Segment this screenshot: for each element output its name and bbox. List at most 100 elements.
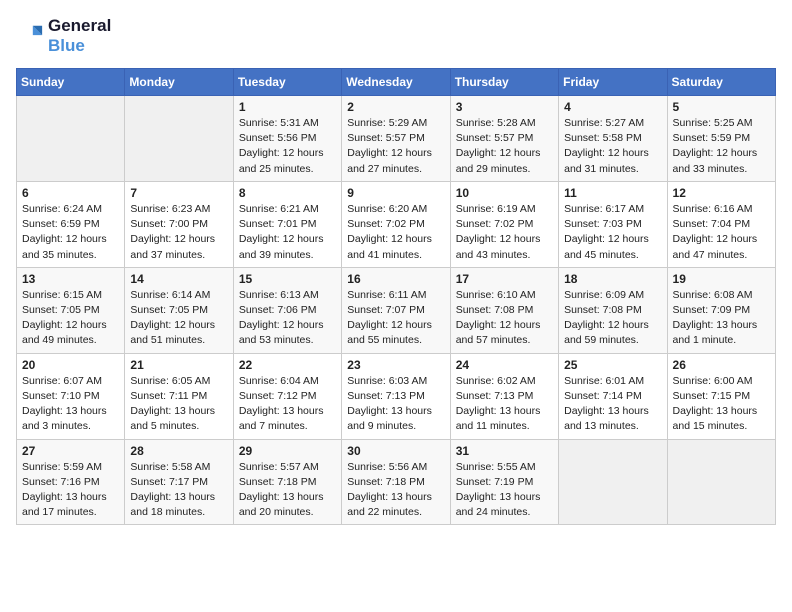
cell-content: Sunrise: 6:15 AMSunset: 7:05 PMDaylight:…: [22, 288, 119, 349]
calendar-cell: 20Sunrise: 6:07 AMSunset: 7:10 PMDayligh…: [17, 353, 125, 439]
weekday-header: Friday: [559, 69, 667, 96]
sunrise-text: Sunrise: 5:28 AM: [456, 116, 553, 131]
day-number: 7: [130, 186, 227, 200]
sunset-text: Sunset: 7:04 PM: [673, 217, 770, 232]
sunrise-text: Sunrise: 6:00 AM: [673, 374, 770, 389]
daylight-text: Daylight: 12 hours and 35 minutes.: [22, 232, 119, 262]
sunset-text: Sunset: 5:58 PM: [564, 131, 661, 146]
calendar-cell: 18Sunrise: 6:09 AMSunset: 7:08 PMDayligh…: [559, 267, 667, 353]
sunrise-text: Sunrise: 6:09 AM: [564, 288, 661, 303]
cell-content: Sunrise: 6:08 AMSunset: 7:09 PMDaylight:…: [673, 288, 770, 349]
day-number: 22: [239, 358, 336, 372]
weekday-header: Wednesday: [342, 69, 450, 96]
cell-content: Sunrise: 6:16 AMSunset: 7:04 PMDaylight:…: [673, 202, 770, 263]
sunset-text: Sunset: 7:02 PM: [456, 217, 553, 232]
weekday-header: Saturday: [667, 69, 775, 96]
sunset-text: Sunset: 7:13 PM: [456, 389, 553, 404]
sunrise-text: Sunrise: 6:01 AM: [564, 374, 661, 389]
cell-content: Sunrise: 6:19 AMSunset: 7:02 PMDaylight:…: [456, 202, 553, 263]
daylight-text: Daylight: 12 hours and 29 minutes.: [456, 146, 553, 176]
daylight-text: Daylight: 12 hours and 53 minutes.: [239, 318, 336, 348]
weekday-header: Tuesday: [233, 69, 341, 96]
cell-content: Sunrise: 6:24 AMSunset: 6:59 PMDaylight:…: [22, 202, 119, 263]
day-number: 16: [347, 272, 444, 286]
sunset-text: Sunset: 5:59 PM: [673, 131, 770, 146]
sunrise-text: Sunrise: 6:10 AM: [456, 288, 553, 303]
weekday-header: Sunday: [17, 69, 125, 96]
calendar-table: SundayMondayTuesdayWednesdayThursdayFrid…: [16, 68, 776, 525]
sunrise-text: Sunrise: 6:15 AM: [22, 288, 119, 303]
daylight-text: Daylight: 12 hours and 31 minutes.: [564, 146, 661, 176]
sunset-text: Sunset: 5:56 PM: [239, 131, 336, 146]
sunrise-text: Sunrise: 5:55 AM: [456, 460, 553, 475]
sunrise-text: Sunrise: 5:59 AM: [22, 460, 119, 475]
calendar-cell: 15Sunrise: 6:13 AMSunset: 7:06 PMDayligh…: [233, 267, 341, 353]
day-number: 12: [673, 186, 770, 200]
daylight-text: Daylight: 13 hours and 17 minutes.: [22, 490, 119, 520]
day-number: 2: [347, 100, 444, 114]
cell-content: Sunrise: 6:07 AMSunset: 7:10 PMDaylight:…: [22, 374, 119, 435]
sunset-text: Sunset: 7:14 PM: [564, 389, 661, 404]
calendar-cell: 19Sunrise: 6:08 AMSunset: 7:09 PMDayligh…: [667, 267, 775, 353]
sunrise-text: Sunrise: 6:20 AM: [347, 202, 444, 217]
sunset-text: Sunset: 7:08 PM: [564, 303, 661, 318]
sunrise-text: Sunrise: 6:14 AM: [130, 288, 227, 303]
sunset-text: Sunset: 7:05 PM: [22, 303, 119, 318]
sunset-text: Sunset: 7:18 PM: [347, 475, 444, 490]
cell-content: Sunrise: 5:25 AMSunset: 5:59 PMDaylight:…: [673, 116, 770, 177]
calendar-week-row: 6 Sunrise: 6:24 AMSunset: 6:59 PMDaylight…: [17, 181, 776, 267]
cell-content: Sunrise: 5:57 AMSunset: 7:18 PMDaylight:…: [239, 460, 336, 521]
calendar-cell: 29Sunrise: 5:57 AMSunset: 7:18 PMDayligh…: [233, 439, 341, 525]
day-number: 1: [239, 100, 336, 114]
sunset-text: Sunset: 7:11 PM: [130, 389, 227, 404]
daylight-text: Daylight: 13 hours and 9 minutes.: [347, 404, 444, 434]
day-number: 24: [456, 358, 553, 372]
daylight-text: Daylight: 13 hours and 1 minute.: [673, 318, 770, 348]
logo-text: General Blue: [48, 16, 111, 56]
daylight-text: Daylight: 13 hours and 24 minutes.: [456, 490, 553, 520]
sunrise-text: Sunrise: 6:13 AM: [239, 288, 336, 303]
day-number: 6: [22, 186, 119, 200]
daylight-text: Daylight: 12 hours and 39 minutes.: [239, 232, 336, 262]
calendar-cell: [17, 96, 125, 182]
calendar-cell: 27Sunrise: 5:59 AMSunset: 7:16 PMDayligh…: [17, 439, 125, 525]
cell-content: Sunrise: 6:14 AMSunset: 7:05 PMDaylight:…: [130, 288, 227, 349]
sunset-text: Sunset: 7:05 PM: [130, 303, 227, 318]
sunrise-text: Sunrise: 5:58 AM: [130, 460, 227, 475]
daylight-text: Daylight: 13 hours and 7 minutes.: [239, 404, 336, 434]
sunset-text: Sunset: 7:00 PM: [130, 217, 227, 232]
logo-icon: [16, 22, 44, 50]
cell-content: Sunrise: 5:31 AMSunset: 5:56 PMDaylight:…: [239, 116, 336, 177]
calendar-cell: 28Sunrise: 5:58 AMSunset: 7:17 PMDayligh…: [125, 439, 233, 525]
cell-content: Sunrise: 6:13 AMSunset: 7:06 PMDaylight:…: [239, 288, 336, 349]
weekday-header: Monday: [125, 69, 233, 96]
sunset-text: Sunset: 7:12 PM: [239, 389, 336, 404]
calendar-cell: 2Sunrise: 5:29 AMSunset: 5:57 PMDaylight…: [342, 96, 450, 182]
daylight-text: Daylight: 12 hours and 25 minutes.: [239, 146, 336, 176]
sunrise-text: Sunrise: 6:04 AM: [239, 374, 336, 389]
day-number: 13: [22, 272, 119, 286]
calendar-cell: 9Sunrise: 6:20 AMSunset: 7:02 PMDaylight…: [342, 181, 450, 267]
sunrise-text: Sunrise: 5:25 AM: [673, 116, 770, 131]
cell-content: Sunrise: 6:21 AMSunset: 7:01 PMDaylight:…: [239, 202, 336, 263]
daylight-text: Daylight: 13 hours and 3 minutes.: [22, 404, 119, 434]
calendar-week-row: 27Sunrise: 5:59 AMSunset: 7:16 PMDayligh…: [17, 439, 776, 525]
day-number: 9: [347, 186, 444, 200]
day-number: 23: [347, 358, 444, 372]
sunrise-text: Sunrise: 5:56 AM: [347, 460, 444, 475]
calendar-cell: 14Sunrise: 6:14 AMSunset: 7:05 PMDayligh…: [125, 267, 233, 353]
daylight-text: Daylight: 13 hours and 15 minutes.: [673, 404, 770, 434]
calendar-cell: 30Sunrise: 5:56 AMSunset: 7:18 PMDayligh…: [342, 439, 450, 525]
sunset-text: Sunset: 7:07 PM: [347, 303, 444, 318]
calendar-cell: 6 Sunrise: 6:24 AMSunset: 6:59 PMDaylight…: [17, 181, 125, 267]
day-number: 17: [456, 272, 553, 286]
sunrise-text: Sunrise: 6:03 AM: [347, 374, 444, 389]
logo: General Blue: [16, 16, 111, 56]
calendar-body: 1 Sunrise: 5:31 AMSunset: 5:56 PMDaylight…: [17, 96, 776, 525]
cell-content: Sunrise: 6:11 AMSunset: 7:07 PMDaylight:…: [347, 288, 444, 349]
calendar-cell: 22 Sunrise: 6:04 AMSunset: 7:12 PMDayligh…: [233, 353, 341, 439]
calendar-cell: 13 Sunrise: 6:15 AMSunset: 7:05 PMDayligh…: [17, 267, 125, 353]
day-number: 27: [22, 444, 119, 458]
calendar-cell: [559, 439, 667, 525]
cell-content: Sunrise: 5:56 AMSunset: 7:18 PMDaylight:…: [347, 460, 444, 521]
